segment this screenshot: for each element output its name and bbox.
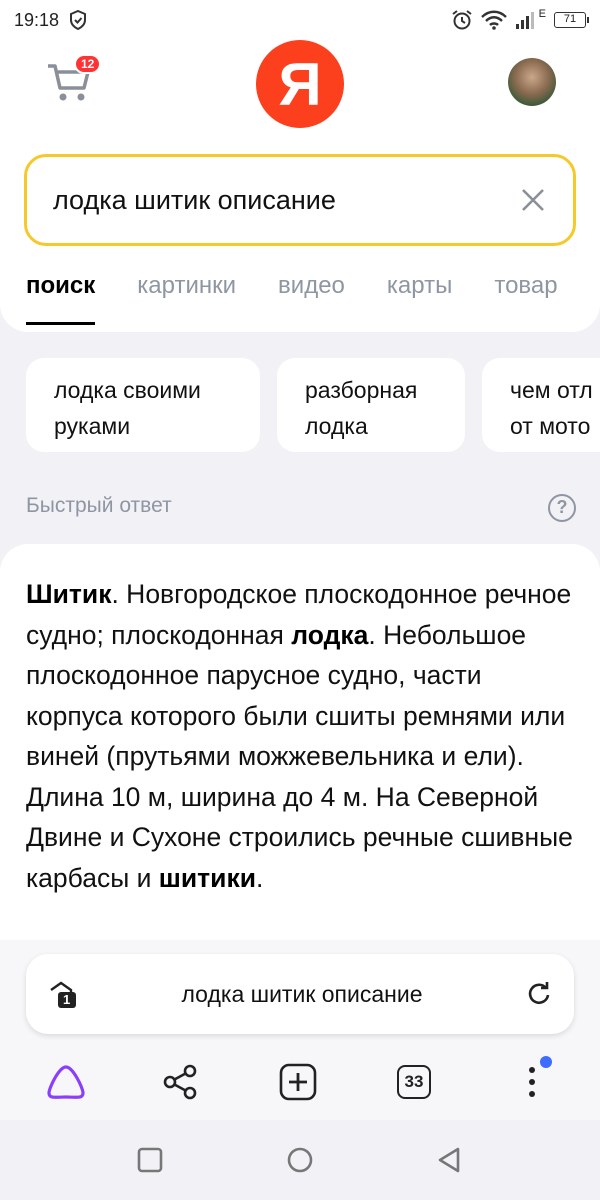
wifi-icon	[480, 10, 507, 30]
network-type: E	[538, 8, 546, 20]
clear-search-button[interactable]	[519, 186, 547, 214]
new-tab-button[interactable]	[274, 1058, 322, 1106]
alice-icon	[47, 1065, 85, 1099]
plus-icon	[279, 1063, 317, 1101]
system-nav-bar	[0, 1120, 600, 1200]
tab-search[interactable]: поиск	[26, 272, 96, 325]
answer-bold: лодка	[291, 619, 369, 650]
menu-button[interactable]	[508, 1056, 556, 1106]
answer-term: Шитик	[26, 579, 112, 609]
search-header: 12 Я лодка шитик описание поиск картинки…	[0, 40, 600, 332]
tab-maps[interactable]: карты	[387, 272, 452, 325]
answer-text: .	[256, 862, 264, 893]
more-vertical-icon	[529, 1067, 535, 1097]
close-icon	[522, 189, 544, 211]
quick-answer-label: Быстрый ответ	[26, 494, 172, 517]
chip-line: руками	[54, 413, 131, 439]
tab-count: 33	[397, 1065, 431, 1099]
battery-indicator: 71	[554, 12, 589, 28]
chip-line: лодка	[305, 413, 368, 439]
chip-suggestion[interactable]: разборная лодка	[277, 358, 465, 452]
search-input[interactable]: лодка шитик описание	[24, 154, 576, 246]
chip-suggestion[interactable]: чем отл от мото	[482, 358, 600, 452]
share-icon	[163, 1064, 197, 1100]
address-url: лодка шитик описание	[181, 980, 423, 1007]
answer-bold: шитики	[158, 862, 256, 893]
reload-icon[interactable]	[526, 981, 552, 1007]
answer-text: . Небольшое плоскодонное парусное судно,…	[26, 619, 573, 893]
tabs-button[interactable]: 33	[390, 1058, 438, 1106]
protect-tab-icon[interactable]: 1	[48, 979, 78, 1009]
status-bar: 19:18 E 71	[0, 0, 600, 40]
incognito-count: 1	[63, 992, 71, 1007]
search-tabs: поиск картинки видео карты товар	[26, 272, 558, 325]
address-bar[interactable]: 1 лодка шитик описание	[26, 954, 574, 1034]
signal-icon	[515, 12, 534, 29]
tab-products[interactable]: товар	[494, 272, 557, 325]
cart-badge: 12	[74, 54, 102, 74]
home-icon[interactable]	[284, 1144, 316, 1176]
tab-images[interactable]: картинки	[137, 272, 236, 325]
shield-icon	[70, 10, 87, 30]
recents-icon[interactable]	[134, 1144, 166, 1176]
notification-dot	[540, 1056, 552, 1068]
chip-line: чем отл	[510, 377, 593, 403]
help-icon[interactable]: ?	[548, 494, 576, 522]
chip-line: от мото	[510, 413, 591, 439]
search-query: лодка шитик описание	[53, 184, 336, 215]
yandex-logo[interactable]: Я	[256, 40, 344, 128]
avatar[interactable]	[508, 58, 556, 106]
browser-bottom-bar: 1 лодка шитик описание 33	[0, 940, 600, 1120]
alice-button[interactable]	[42, 1058, 90, 1106]
share-button[interactable]	[156, 1058, 204, 1106]
browser-toolbar: 33	[0, 1056, 600, 1106]
status-time: 19:18	[14, 9, 60, 30]
cart-button[interactable]: 12	[46, 54, 102, 104]
chip-suggestion[interactable]: лодка своими руками	[26, 358, 260, 452]
suggestion-chips: лодка своими руками разборная лодка чем …	[0, 358, 600, 452]
back-icon[interactable]	[434, 1144, 466, 1176]
quick-answer-card[interactable]: Шитик. Новгородское плоскодонное речное …	[0, 544, 600, 944]
alarm-icon	[452, 10, 472, 30]
chip-line: лодка своими	[54, 377, 201, 403]
chip-line: разборная	[305, 377, 418, 403]
tab-video[interactable]: видео	[278, 272, 345, 325]
